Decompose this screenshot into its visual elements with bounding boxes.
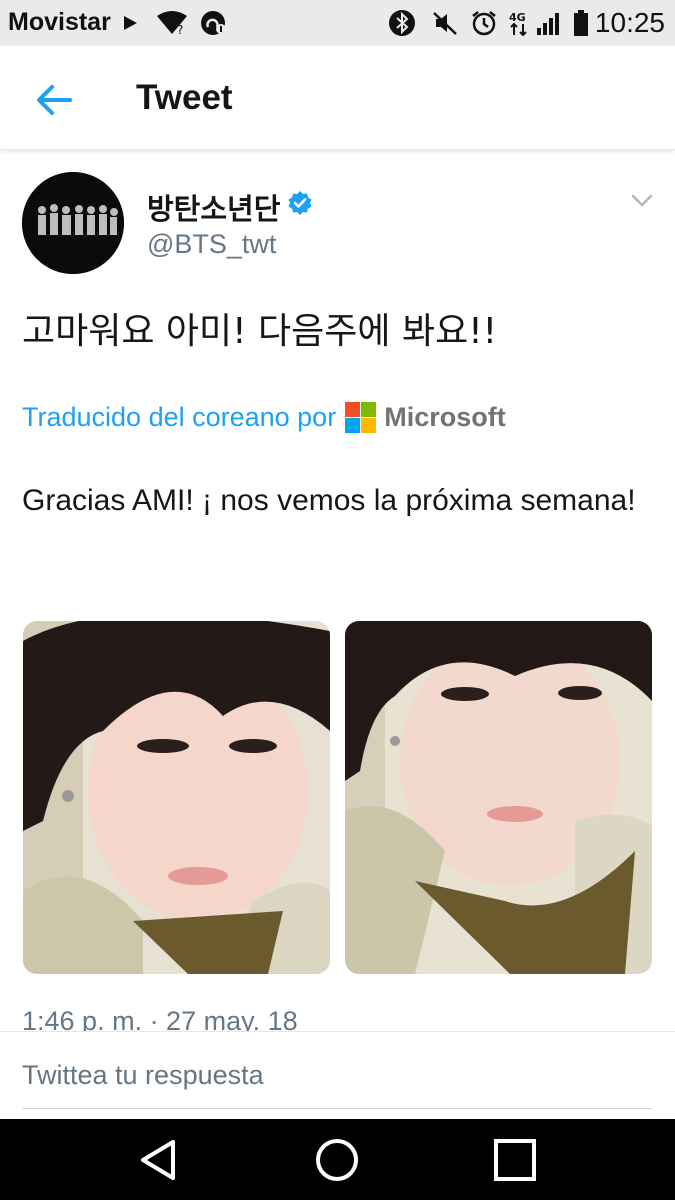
bluetooth-icon — [389, 10, 415, 36]
alarm-icon — [472, 11, 496, 36]
photo-image — [23, 621, 330, 974]
photo-image — [345, 621, 652, 974]
tweet-photo-2[interactable] — [345, 621, 652, 974]
data-4g-icon: 4G — [509, 11, 527, 36]
translated-by-link[interactable]: Traducido del coreano por — [22, 402, 336, 433]
tweet-photo-1[interactable] — [23, 621, 330, 974]
translation-attribution: Traducido del coreano por Microsoft — [22, 399, 506, 435]
author-handle[interactable]: @BTS_twt — [147, 229, 276, 260]
arrow-left-icon[interactable] — [30, 78, 82, 122]
verified-badge-icon — [288, 191, 312, 215]
svg-text:?: ? — [177, 23, 183, 36]
play-icon — [124, 16, 137, 30]
author-display-name[interactable]: 방탄소년단 — [147, 186, 280, 228]
tweet-text: 고마워요 아미! 다음주에 봐요!! — [22, 311, 498, 352]
system-nav-bar — [0, 1119, 675, 1200]
home-circle-icon[interactable] — [313, 1136, 361, 1184]
mute-icon — [433, 12, 457, 35]
svg-text:4G: 4G — [509, 11, 526, 24]
notification-icon — [201, 11, 226, 35]
signal-icon — [537, 13, 559, 35]
reply-underline — [22, 1108, 652, 1109]
status-bar: Movistar ? 4G 10:25 — [0, 0, 675, 46]
avatar[interactable] — [22, 172, 124, 274]
back-triangle-icon[interactable] — [135, 1136, 183, 1184]
wifi-question-icon: ? — [157, 11, 187, 36]
reply-bar: Twittea tu respuesta — [0, 1031, 675, 1119]
carrier-name: Movistar — [8, 8, 111, 36]
microsoft-logo-icon — [345, 401, 377, 433]
clock-time: 10:25 — [594, 7, 665, 38]
translated-text: Gracias AMI! ¡ nos vemos la próxima sema… — [22, 484, 636, 517]
translator-name: Microsoft — [384, 401, 506, 432]
reply-input[interactable]: Twittea tu respuesta — [22, 1060, 264, 1091]
app-bar: Tweet — [0, 46, 675, 150]
page-title: Tweet — [136, 78, 233, 117]
chevron-down-icon[interactable] — [630, 193, 654, 209]
recents-square-icon[interactable] — [491, 1136, 539, 1184]
avatar-image — [22, 172, 124, 274]
battery-icon — [574, 10, 588, 36]
